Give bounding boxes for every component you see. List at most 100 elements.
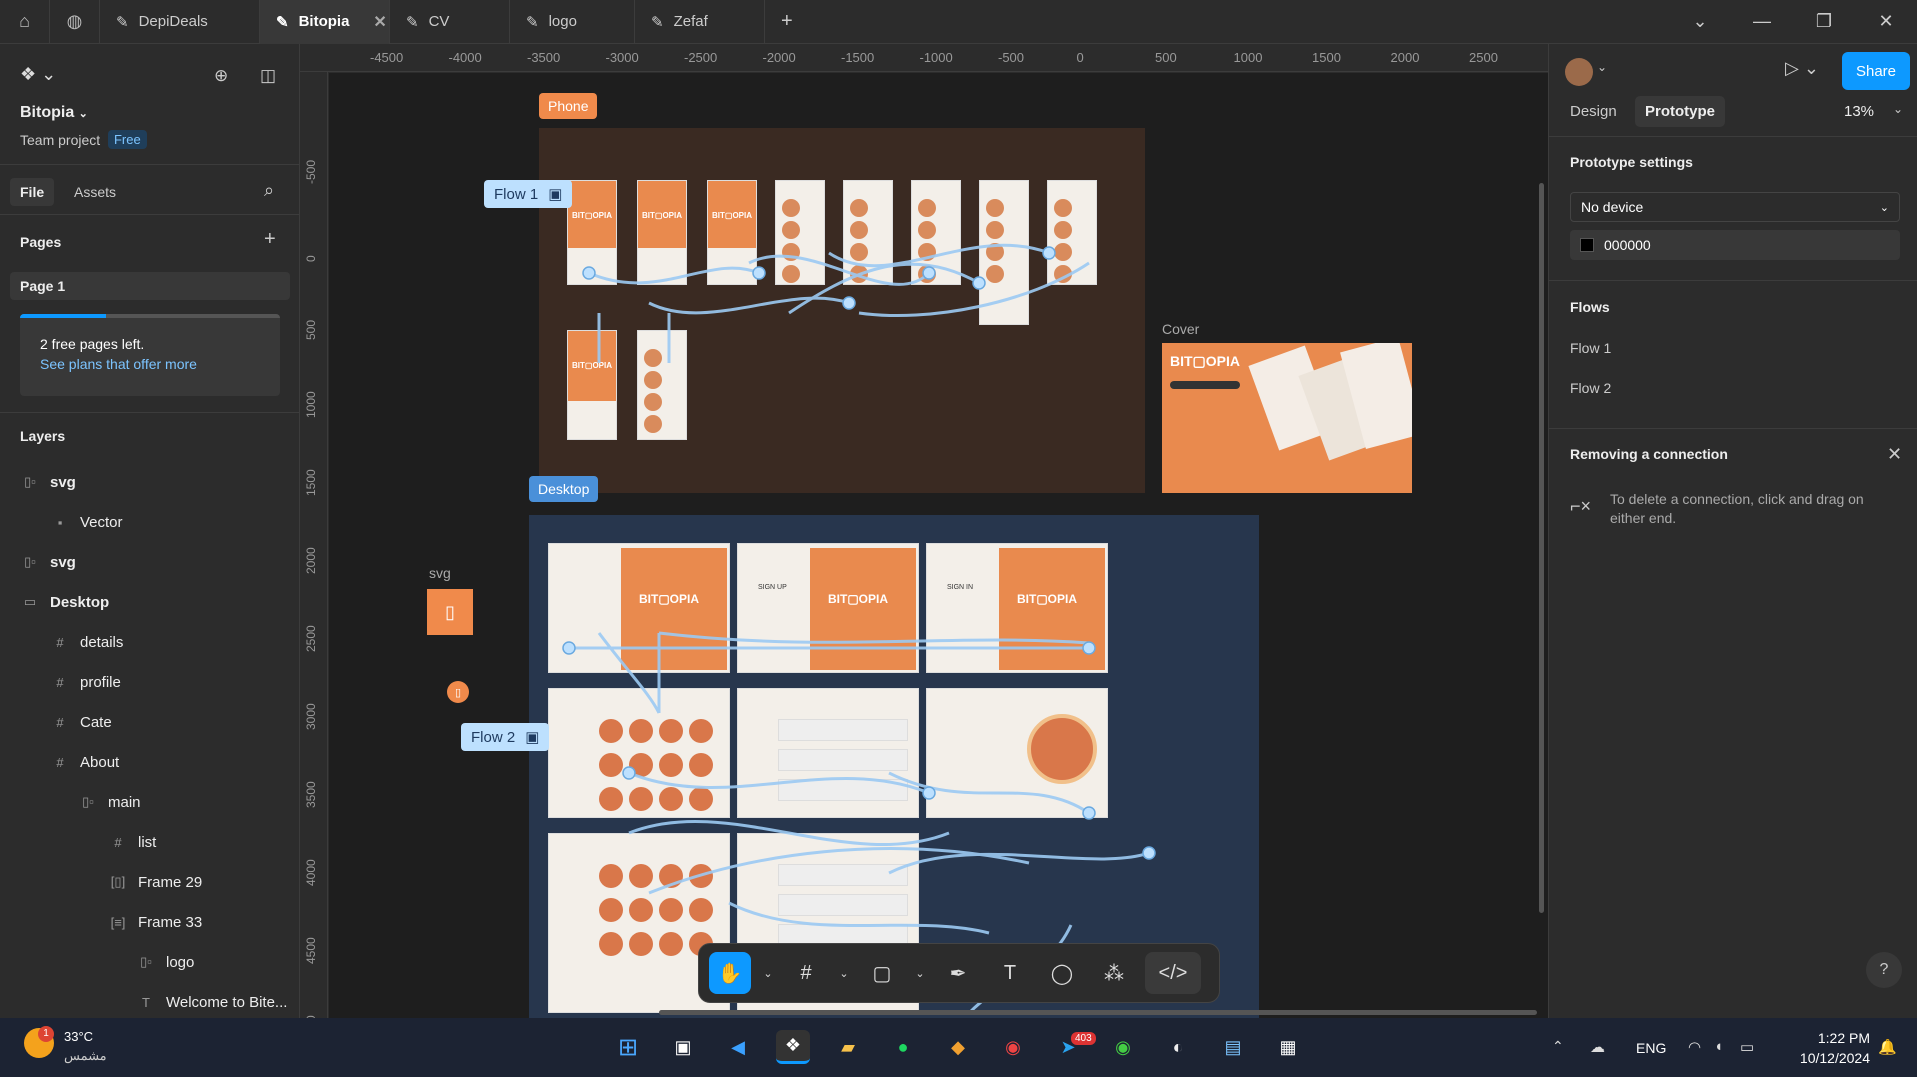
zoom-level[interactable]: 13%	[1844, 103, 1874, 120]
close-icon[interactable]: ✕	[1887, 444, 1902, 465]
layer-item[interactable]: ▯▫ svg	[0, 462, 300, 502]
tab-depideals[interactable]: ✎ DepiDeals	[100, 0, 260, 44]
plugins-icon[interactable]: ⊕	[214, 66, 228, 86]
layer-item[interactable]: # details	[0, 622, 300, 662]
chevron-down-icon[interactable]: ⌄	[913, 952, 927, 994]
home-icon[interactable]: ⌂	[0, 0, 50, 44]
flow-item[interactable]: Flow 2	[1570, 380, 1611, 396]
minimize-button[interactable]: —	[1731, 11, 1793, 32]
layer-item[interactable]: ▯▫ svg	[0, 542, 300, 582]
layer-item[interactable]: # Cate	[0, 702, 300, 742]
volume-icon[interactable]: ◖	[1714, 1038, 1723, 1055]
chevron-down-icon[interactable]: ⌄	[1669, 11, 1731, 32]
chrome-profile-icon[interactable]: ◉	[1106, 1030, 1140, 1064]
close-window-button[interactable]: ✕	[1855, 11, 1917, 32]
connection-node[interactable]	[562, 641, 576, 655]
present-icon[interactable]: ▷ ⌄	[1785, 58, 1819, 79]
connection-node[interactable]	[1142, 846, 1156, 860]
chrome-icon[interactable]: ◉	[996, 1030, 1030, 1064]
connection-node[interactable]	[922, 786, 936, 800]
chevron-down-icon[interactable]: ⌄	[1893, 102, 1903, 116]
wifi-icon[interactable]: ◠	[1688, 1038, 1701, 1056]
chevron-down-icon[interactable]: ⌄	[837, 952, 851, 994]
layer-item[interactable]: # About	[0, 742, 300, 782]
tab-design[interactable]: Design	[1570, 103, 1617, 120]
flow-2-tag[interactable]: Flow 2 ▣	[461, 723, 550, 751]
connection-node[interactable]	[842, 296, 856, 310]
file-tab[interactable]: File	[10, 178, 55, 206]
chevron-down-icon[interactable]: ⌄	[761, 952, 775, 994]
layer-item[interactable]: ▪ Vector	[0, 502, 300, 542]
layer-item[interactable]: [▯] Frame 29	[0, 862, 300, 902]
flow-item[interactable]: Flow 1	[1570, 340, 1611, 356]
notepad-icon[interactable]: ▤	[1216, 1030, 1250, 1064]
play-flow-icon[interactable]: ▣	[525, 728, 539, 746]
device-select[interactable]: No device ⌄	[1570, 192, 1900, 222]
weather-temp[interactable]: 33°C	[64, 1029, 93, 1044]
search-icon[interactable]: ⌕	[264, 180, 274, 201]
connection-node[interactable]	[972, 276, 986, 290]
connection-node[interactable]	[1082, 806, 1096, 820]
tab-prototype[interactable]: Prototype	[1635, 96, 1726, 127]
add-page-button[interactable]: +	[264, 228, 276, 251]
windows-start-icon[interactable]: ⊞	[611, 1030, 645, 1064]
components-tool-icon[interactable]: ⁂	[1093, 952, 1135, 994]
clock-time[interactable]: 1:22 PM	[1790, 1030, 1870, 1046]
chevron-down-icon[interactable]: ⌄	[1597, 60, 1607, 74]
layer-item[interactable]: # profile	[0, 662, 300, 702]
tab-bitopia[interactable]: ✎ Bitopia ✕	[260, 0, 390, 44]
layer-item[interactable]: ▯▫ logo	[0, 942, 300, 982]
connection-node[interactable]	[1042, 246, 1056, 260]
figma-menu-icon[interactable]: ❖ ⌄	[20, 64, 56, 85]
vscode-icon[interactable]: ◀	[721, 1030, 755, 1064]
notification-icon[interactable]: 🔔	[1878, 1038, 1897, 1056]
connection-node[interactable]	[752, 266, 766, 280]
tab-logo[interactable]: ✎ logo	[510, 0, 635, 44]
layer-item[interactable]: T Welcome to Bite...	[0, 982, 300, 1022]
avatar[interactable]	[1565, 58, 1593, 86]
maximize-button[interactable]: ❐	[1793, 11, 1855, 32]
assets-tab[interactable]: Assets	[74, 184, 116, 200]
plans-link[interactable]: See plans that offer more	[40, 356, 197, 372]
background-color-field[interactable]: 000000	[1570, 230, 1900, 260]
color-swatch[interactable]	[1580, 238, 1594, 252]
task-view-icon[interactable]: ▣	[666, 1030, 700, 1064]
hand-tool-icon[interactable]: ✋	[709, 952, 751, 994]
play-flow-icon[interactable]: ▣	[548, 185, 562, 203]
clock-date[interactable]: 10/12/2024	[1790, 1050, 1870, 1066]
horizontal-scrollbar[interactable]	[659, 1010, 1537, 1015]
canvas[interactable]: Phone BIT▢OPIA BIT▢OPIA BIT▢OPIA BIT▢OPIA C…	[329, 73, 1548, 1018]
flow-1-tag[interactable]: Flow 1 ▣	[484, 180, 573, 208]
vertical-scrollbar[interactable]	[1539, 183, 1544, 913]
layer-item[interactable]: [≡] Frame 33	[0, 902, 300, 942]
layer-item[interactable]: ▭ Desktop	[0, 582, 300, 622]
share-button[interactable]: Share	[1842, 52, 1910, 90]
close-tab-icon[interactable]: ✕	[373, 12, 386, 32]
language-indicator[interactable]: ENG	[1636, 1040, 1666, 1056]
comment-tool-icon[interactable]: ◯	[1041, 952, 1083, 994]
snipping-tool-icon[interactable]: ▦	[1271, 1030, 1305, 1064]
pen-tool-icon[interactable]: ✒	[937, 952, 979, 994]
onedrive-icon[interactable]: ☁	[1590, 1038, 1605, 1056]
connection-node[interactable]	[922, 266, 936, 280]
dev-mode-icon[interactable]: </>	[1145, 952, 1201, 994]
app-icon[interactable]: ◐	[1161, 1030, 1195, 1064]
globe-icon[interactable]: ◍	[50, 0, 100, 44]
tray-chevron-icon[interactable]: ⌃	[1552, 1038, 1564, 1055]
battery-icon[interactable]: ▭	[1740, 1038, 1754, 1056]
text-tool-icon[interactable]: T	[989, 952, 1031, 994]
tab-zefaf[interactable]: ✎ Zefaf	[635, 0, 765, 44]
rectangle-tool-icon[interactable]: ▢	[861, 952, 903, 994]
spotify-icon[interactable]: ●	[886, 1030, 920, 1064]
project-name[interactable]: Bitopia ⌄	[20, 104, 88, 122]
connection-node[interactable]	[622, 766, 636, 780]
new-tab-button[interactable]: +	[765, 0, 809, 44]
connection-node[interactable]	[582, 266, 596, 280]
figma-taskbar-icon[interactable]: ❖	[776, 1030, 810, 1064]
connection-node[interactable]	[1082, 641, 1096, 655]
app-icon[interactable]: ◆	[941, 1030, 975, 1064]
frame-tool-icon[interactable]: #	[785, 952, 827, 994]
page-item-page-1[interactable]: Page 1	[10, 272, 290, 300]
help-button[interactable]: ?	[1866, 952, 1902, 988]
layer-item[interactable]: # list	[0, 822, 300, 862]
